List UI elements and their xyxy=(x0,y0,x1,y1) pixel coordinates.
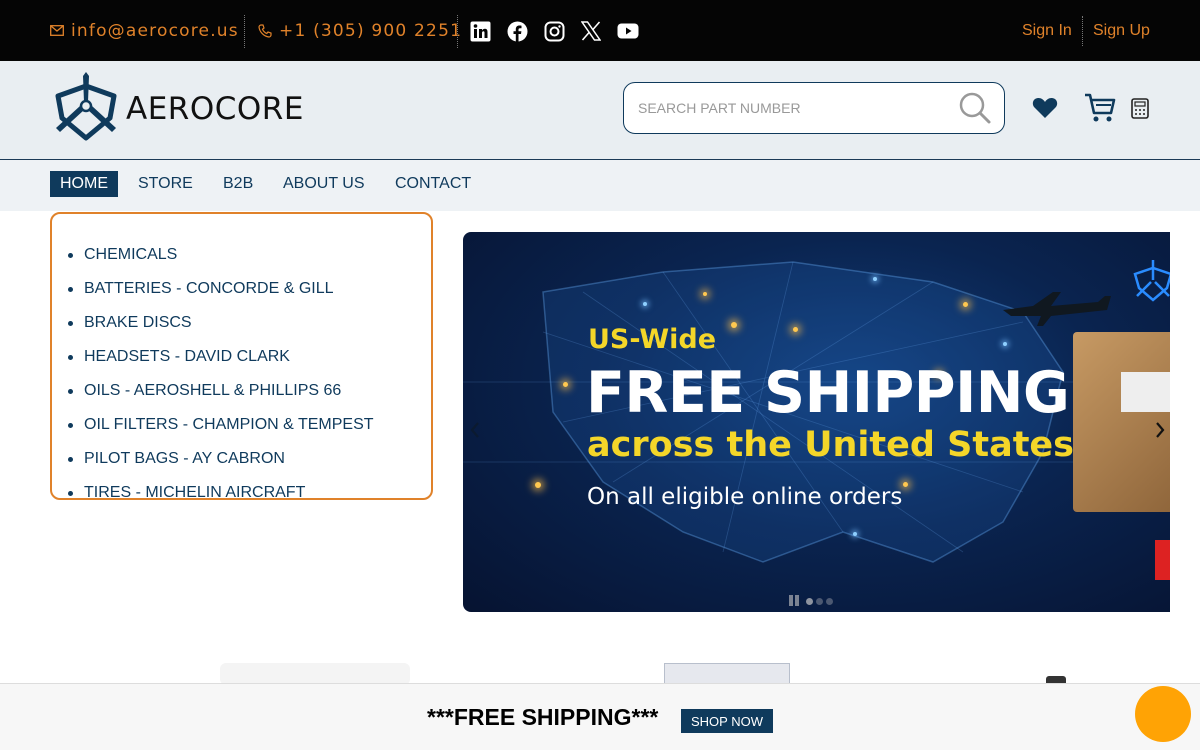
mail-icon xyxy=(50,25,64,36)
chat-widget-button[interactable] xyxy=(1135,686,1191,742)
email-text: info@aerocore.us xyxy=(71,20,239,41)
nav-home[interactable]: HOME xyxy=(50,171,118,197)
category-item[interactable]: BRAKE DISCS xyxy=(68,306,374,340)
category-item[interactable]: PILOT BAGS - AY CABRON xyxy=(68,442,374,476)
product-thumbnail[interactable] xyxy=(220,663,410,685)
sign-up-link[interactable]: Sign Up xyxy=(1093,0,1150,61)
banner-subheadline: across the United States xyxy=(587,425,1074,465)
category-item[interactable]: OILS - AEROSHELL & PHILLIPS 66 xyxy=(68,374,374,408)
category-item[interactable]: BATTERIES - CONCORDE & GILL xyxy=(68,272,374,306)
phone-text: +1 (305) 900 2251 xyxy=(279,20,463,41)
logo[interactable]: AEROCORE xyxy=(50,71,310,147)
chevron-left-icon xyxy=(470,422,479,438)
cart-icon[interactable] xyxy=(1083,92,1117,124)
carousel-dot[interactable] xyxy=(806,598,813,605)
nav-about-us[interactable]: ABOUT US xyxy=(273,171,375,197)
heart-icon[interactable] xyxy=(1031,95,1059,121)
promo-text: ***FREE SHIPPING*** xyxy=(427,704,659,730)
carousel-next-button[interactable] xyxy=(1150,418,1170,442)
banner-headline: FREE SHIPPING xyxy=(586,360,1070,426)
sign-in-link[interactable]: Sign In xyxy=(1022,0,1072,61)
chevron-right-icon xyxy=(1156,422,1165,438)
carousel-pagination[interactable] xyxy=(806,598,833,605)
search-box xyxy=(623,82,1005,134)
logo-text: AEROCORE xyxy=(126,91,304,127)
header: AEROCORE xyxy=(0,61,1200,160)
phone-link[interactable]: +1 (305) 900 2251 xyxy=(258,0,462,61)
shop-now-button[interactable]: SHOP NOW xyxy=(681,709,773,733)
email-link[interactable]: info@aerocore.us xyxy=(50,0,239,61)
nav-contact[interactable]: CONTACT xyxy=(385,171,481,197)
logo-icon xyxy=(55,72,117,141)
separator xyxy=(1082,16,1083,46)
calculator-icon[interactable] xyxy=(1130,97,1150,119)
category-item[interactable]: TIRES - MICHELIN AIRCRAFT xyxy=(68,476,374,498)
carousel-dot[interactable] xyxy=(816,598,823,605)
brand-mark-icon xyxy=(1133,260,1170,302)
carousel-prev-button[interactable] xyxy=(465,418,485,442)
banner-caption: On all eligible online orders xyxy=(587,484,903,510)
top-bar: info@aerocore.us +1 (305) 900 2251 Sign … xyxy=(0,0,1200,61)
category-list: CHEMICALS BATTERIES - CONCORDE & GILL BR… xyxy=(50,212,433,500)
carousel-pause-button[interactable] xyxy=(789,595,801,607)
product-thumbnail[interactable] xyxy=(664,663,790,685)
nav-b2b[interactable]: B2B xyxy=(213,171,263,197)
phone-icon xyxy=(258,23,272,38)
separator xyxy=(244,15,245,48)
carousel-dot[interactable] xyxy=(826,598,833,605)
nav-store[interactable]: STORE xyxy=(128,171,203,197)
category-item[interactable]: HEADSETS - DAVID CLARK xyxy=(68,340,374,374)
hero-carousel: US-Wide FREE SHIPPING across the United … xyxy=(463,232,1170,612)
separator xyxy=(457,15,458,48)
search-input[interactable] xyxy=(638,83,948,133)
banner-kicker: US-Wide xyxy=(588,324,717,355)
x-icon[interactable] xyxy=(580,20,602,42)
main-nav: HOME STORE B2B ABOUT US CONTACT xyxy=(0,160,1200,211)
linkedin-icon[interactable] xyxy=(469,20,491,42)
facebook-icon[interactable] xyxy=(506,20,528,42)
search-icon xyxy=(959,92,991,124)
promo-bar: ***FREE SHIPPING*** SHOP NOW xyxy=(0,683,1200,750)
category-item[interactable]: OIL FILTERS - CHAMPION & TEMPEST xyxy=(68,408,374,442)
instagram-icon[interactable] xyxy=(543,20,565,42)
category-item[interactable]: CHEMICALS xyxy=(68,238,374,272)
youtube-icon[interactable] xyxy=(617,20,639,42)
search-button[interactable] xyxy=(958,91,992,125)
